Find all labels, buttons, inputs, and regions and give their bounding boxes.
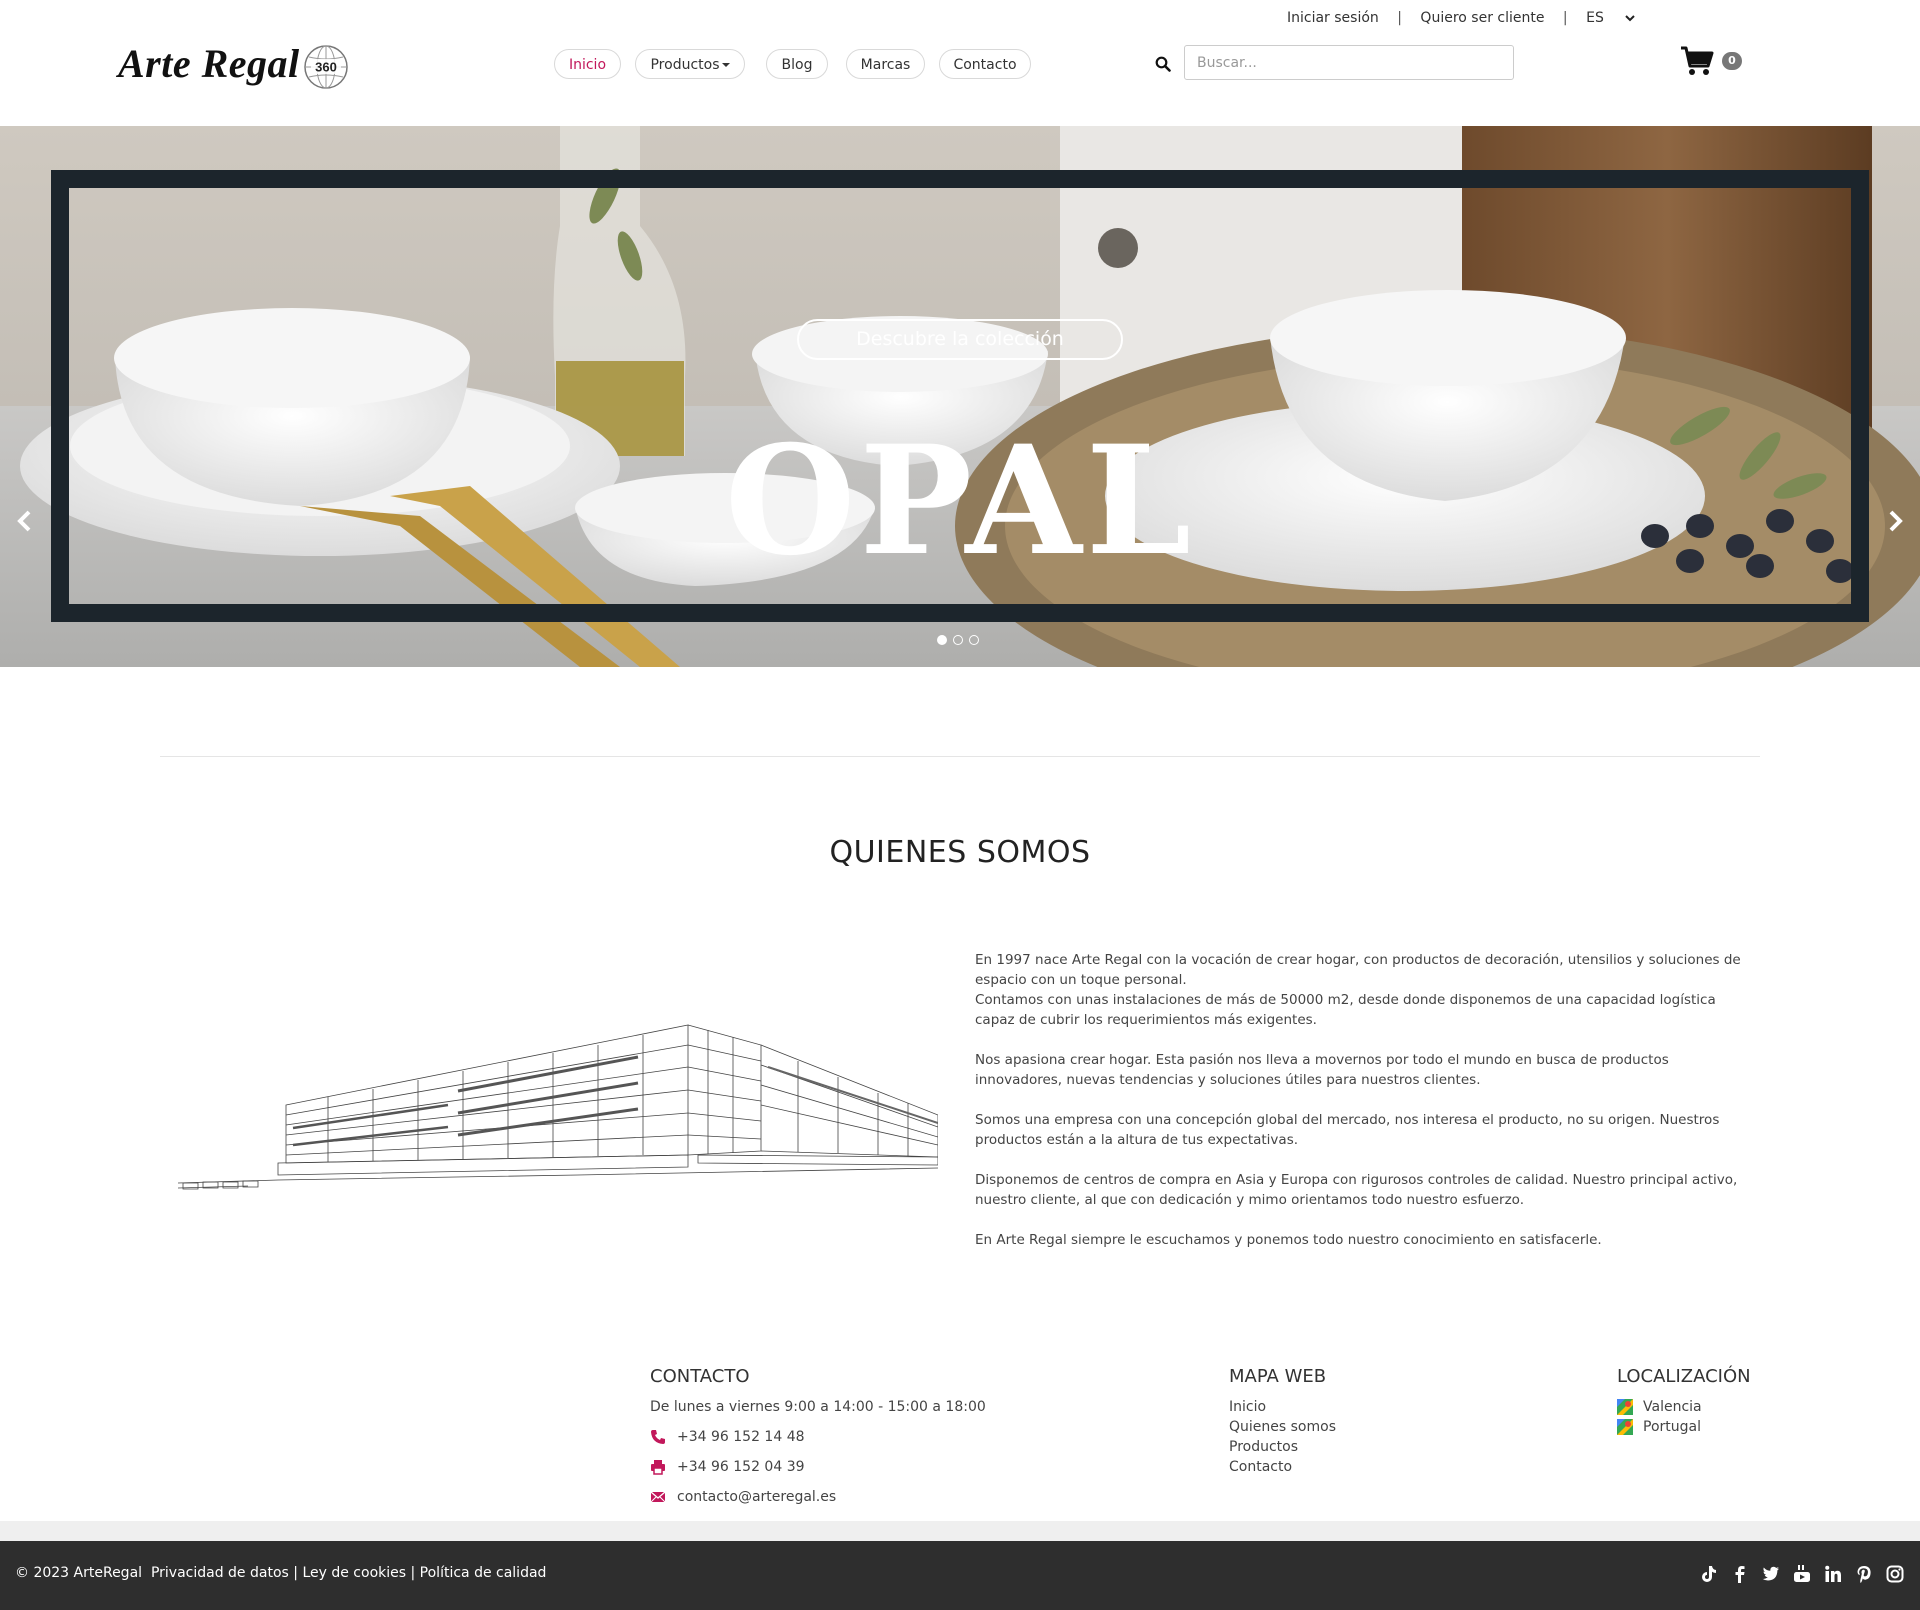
location-label: Valencia [1643,1399,1702,1415]
language-value: ES [1586,10,1604,26]
social-links [1700,1565,1904,1583]
carousel-dot[interactable] [969,634,979,645]
carousel-indicators [937,629,985,648]
hero-title: OPAL [724,413,1196,589]
register-link[interactable]: Quiero ser cliente [1420,10,1544,26]
login-link[interactable]: Iniciar sesión [1287,10,1379,26]
caret-down-icon [721,63,730,67]
instagram-icon[interactable] [1886,1565,1904,1583]
search-icon[interactable] [1155,56,1171,72]
section-divider [160,756,1760,757]
chevron-down-icon [1625,15,1635,22]
sitemap-link[interactable]: Quienes somos [1229,1417,1336,1437]
about-text: En 1997 nace Arte Regal con la vocación … [975,950,1750,1270]
pinterest-icon[interactable] [1855,1565,1873,1583]
phone-number: +34 96 152 14 48 [677,1429,805,1445]
nav-item-inicio[interactable]: Inicio [554,49,621,79]
nav-label: Contacto [953,57,1017,73]
cart-count-badge: 0 [1722,52,1742,70]
warehouse-illustration [178,1024,938,1190]
carousel-prev-icon[interactable] [15,509,35,533]
footer-sitemap-title: MAPA WEB [1229,1366,1327,1387]
facebook-icon[interactable] [1731,1565,1749,1583]
location-label: Portugal [1643,1419,1701,1435]
legal-links: © 2023 ArteRegal Privacidad de datos | L… [15,1565,547,1581]
nav-item-marcas[interactable]: Marcas [846,49,925,79]
bottom-bar: © 2023 ArteRegal Privacidad de datos | L… [0,1541,1920,1610]
copyright-text: © 2023 ArteRegal [15,1565,143,1581]
carousel-dot[interactable] [953,634,963,645]
logo-text: Arte Regal [118,41,300,86]
fax-row: +34 96 152 04 39 [650,1457,986,1477]
about-paragraph: En 1997 nace Arte Regal con la vocación … [975,952,1741,1028]
footer-location-title: LOCALIZACIÓN [1617,1366,1751,1387]
about-paragraph: Somos una empresa con una concepción glo… [975,1112,1720,1148]
nav-label: Productos [650,57,720,73]
opening-hours: De lunes a viernes 9:00 a 14:00 - 15:00 … [650,1399,986,1415]
top-utility-bar: Iniciar sesión | Quiero ser cliente | ES [1287,10,1636,26]
twitter-icon[interactable] [1762,1565,1780,1583]
carousel-next-icon[interactable] [1885,509,1905,533]
separator: | [1562,10,1568,26]
envelope-icon [650,1491,666,1503]
shopping-cart-icon[interactable] [1680,45,1714,77]
footer-contact: CONTACTO De lunes a viernes 9:00 a 14:00… [650,1366,986,1507]
hero-carousel: Descubre la colección OPAL [0,126,1920,667]
nav-label: Marcas [860,57,911,73]
about-paragraph: En Arte Regal siempre le escuchamos y po… [975,1232,1602,1248]
map-icon [1617,1399,1633,1415]
privacy-link[interactable]: Privacidad de datos [151,1565,289,1581]
about-title: QUIENES SOMOS [829,835,1091,870]
search-input[interactable] [1184,45,1514,80]
nav-label: Inicio [568,57,607,73]
email-row[interactable]: contacto@arteregal.es [650,1487,986,1507]
linkedin-icon[interactable] [1824,1565,1842,1583]
location-link-portugal[interactable]: Portugal [1617,1417,1751,1437]
footer-location: LOCALIZACIÓN Valencia Portugal [1617,1366,1751,1437]
youtube-icon[interactable] [1793,1565,1811,1583]
logo-badge: 360 [315,60,337,75]
email-address: contacto@arteregal.es [677,1489,837,1505]
discover-collection-button[interactable]: Descubre la colección [797,319,1123,360]
sitemap-link[interactable]: Contacto [1229,1457,1336,1477]
phone-icon [651,1430,665,1444]
separator: | [1397,10,1402,26]
language-select[interactable]: ES [1586,10,1636,26]
globe-360-icon: 360 [304,45,348,89]
sitemap-link[interactable]: Inicio [1229,1397,1336,1417]
map-icon [1617,1419,1633,1435]
nav-item-blog[interactable]: Blog [766,49,828,79]
carousel-dot[interactable] [937,634,947,645]
nav-label: Blog [781,57,813,73]
about-paragraph: Disponemos de centros de compra en Asia … [975,1172,1738,1208]
footer-band [0,1521,1920,1541]
phone-row[interactable]: +34 96 152 14 48 [650,1427,986,1447]
location-link-valencia[interactable]: Valencia [1617,1397,1751,1417]
footer-contact-title: CONTACTO [650,1366,750,1387]
about-paragraph: Nos apasiona crear hogar. Esta pasión no… [975,1052,1669,1088]
quality-policy-link[interactable]: Política de calidad [420,1565,547,1581]
fax-number: +34 96 152 04 39 [677,1459,805,1475]
cookies-link[interactable]: Ley de cookies [302,1565,406,1581]
nav-item-contacto[interactable]: Contacto [939,49,1031,79]
nav-item-productos[interactable]: Productos [635,49,745,79]
sitemap-link[interactable]: Productos [1229,1437,1336,1457]
printer-icon [651,1460,665,1475]
tiktok-icon[interactable] [1700,1565,1718,1583]
footer-sitemap: MAPA WEB Inicio Quienes somos Productos … [1229,1366,1336,1477]
